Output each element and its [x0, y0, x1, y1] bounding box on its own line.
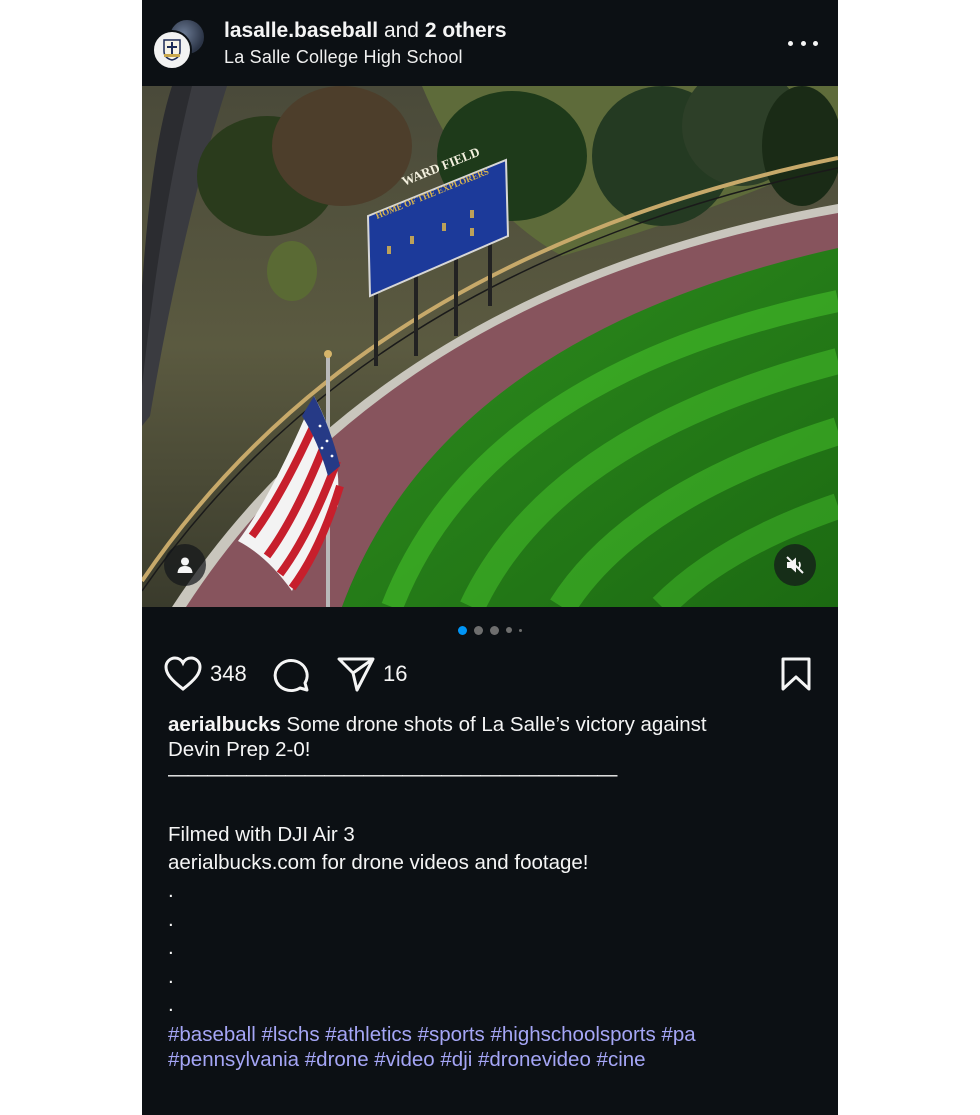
- caption-filmed-line: Filmed with DJI Air 3: [168, 823, 355, 846]
- caption-dot: .: [168, 936, 174, 959]
- caption-line: aerialbucks Some drone shots of La Salle…: [168, 712, 798, 737]
- drone-photo-ballfield: WARD FIELD HOME OF THE EXPLORERS: [142, 86, 838, 607]
- header-text: lasalle.baseball and 2 others La Salle C…: [224, 17, 507, 69]
- more-dot: [800, 40, 806, 46]
- caption-dot: .: [168, 879, 174, 902]
- bookmark-icon[interactable]: [780, 657, 812, 691]
- caption-text-line2: Devin Prep 2-0!: [168, 738, 311, 761]
- user-tag-icon: [177, 557, 193, 573]
- caption-site-line: aerialbucks.com for drone videos and foo…: [168, 851, 589, 874]
- hashtags-line1[interactable]: #baseball #lschs #athletics #sports #hig…: [168, 1022, 798, 1047]
- more-options-icon[interactable]: [788, 32, 818, 54]
- avatar-lasalle[interactable]: [152, 30, 192, 70]
- caption-username[interactable]: aerialbucks: [168, 713, 281, 736]
- caption-divider: ———————————————————————: [168, 763, 618, 786]
- share-count[interactable]: 16: [383, 661, 407, 687]
- instagram-post: lasalle.baseball and 2 others La Salle C…: [142, 0, 838, 1115]
- caption-dot: .: [168, 907, 174, 931]
- hashtags-line2[interactable]: #pennsylvania #drone #video #dji #dronev…: [168, 1047, 798, 1072]
- share-action[interactable]: 16: [337, 652, 407, 696]
- post-authors[interactable]: lasalle.baseball and 2 others: [224, 17, 507, 44]
- school-crest-icon: [163, 39, 181, 61]
- tagged-users-button[interactable]: [164, 544, 206, 586]
- post-header: lasalle.baseball and 2 others La Salle C…: [142, 0, 838, 86]
- author-username[interactable]: lasalle.baseball: [224, 19, 378, 42]
- post-photo[interactable]: WARD FIELD HOME OF THE EXPLORERS: [142, 86, 838, 607]
- like-action[interactable]: 348: [164, 652, 247, 696]
- others-link[interactable]: 2 others: [425, 19, 507, 42]
- and-text: and: [383, 19, 419, 42]
- carousel-dot: [506, 627, 512, 633]
- caption-text-line1: Some drone shots of La Salle’s victory a…: [286, 713, 707, 736]
- comment-action[interactable]: [272, 652, 310, 696]
- carousel-dot: [490, 625, 499, 635]
- heart-icon[interactable]: [164, 656, 202, 692]
- save-action[interactable]: [780, 652, 812, 696]
- caption-dot: .: [168, 993, 174, 1016]
- carousel-indicator: [142, 625, 838, 635]
- more-dot: [813, 40, 818, 46]
- caption-dot: .: [168, 964, 174, 988]
- location-link[interactable]: La Salle College High School: [224, 45, 507, 69]
- carousel-dot-active: [458, 625, 467, 635]
- like-count[interactable]: 348: [210, 661, 247, 687]
- caption-hashtags[interactable]: #baseball #lschs #athletics #sports #hig…: [168, 1022, 798, 1072]
- post-actions: 348 16: [142, 652, 838, 696]
- comment-bubble-icon[interactable]: [272, 655, 310, 693]
- carousel-dot: [519, 628, 522, 632]
- mute-toggle-button[interactable]: [774, 544, 816, 586]
- collab-avatars[interactable]: [152, 16, 206, 70]
- paper-plane-icon[interactable]: [337, 656, 375, 692]
- post-caption: aerialbucks Some drone shots of La Salle…: [168, 712, 798, 1072]
- carousel-dot: [474, 625, 483, 635]
- speaker-muted-icon: [786, 556, 804, 574]
- more-dot: [788, 40, 793, 46]
